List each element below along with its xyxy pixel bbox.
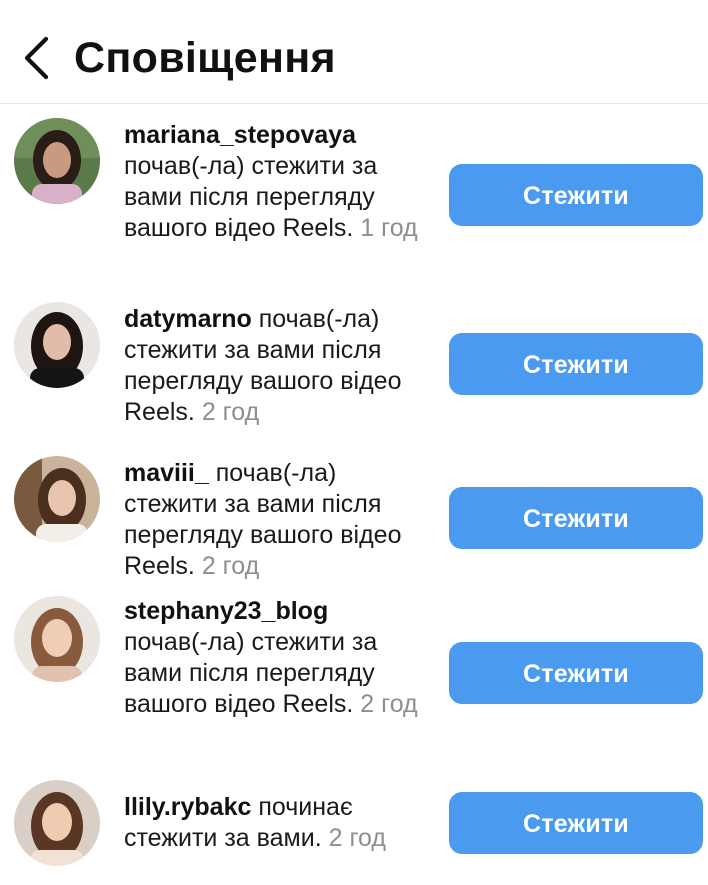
- avatar[interactable]: [14, 780, 100, 866]
- timestamp: 2 год: [201, 398, 260, 426]
- follow-button[interactable]: Стежити: [449, 164, 703, 226]
- follow-button[interactable]: Стежити: [449, 642, 703, 704]
- timestamp: 2 год: [328, 824, 386, 852]
- avatar[interactable]: [14, 456, 100, 542]
- avatar[interactable]: [14, 302, 100, 388]
- page-title: Сповіщення: [74, 34, 336, 82]
- notification-text: llily.rybakc починає стежити за вами. 2 …: [124, 792, 424, 854]
- timestamp: 2 год: [201, 552, 260, 580]
- notification-message: почав(-ла) стежити за вами після перегля…: [124, 152, 378, 242]
- avatar[interactable]: [14, 596, 100, 682]
- chevron-left-icon: [24, 36, 49, 80]
- notification-text: stephany23_blog почав(-ла) стежити за ва…: [124, 596, 424, 720]
- top-bar: Сповіщення: [0, 0, 708, 104]
- follow-button[interactable]: Стежити: [449, 487, 703, 549]
- notification-text: maviii_ почав(-ла) стежити за вами після…: [124, 458, 424, 582]
- notification-text: mariana_stepovaya почав(-ла) стежити за …: [124, 120, 424, 244]
- username[interactable]: maviii_: [124, 459, 209, 487]
- avatar[interactable]: [14, 118, 100, 204]
- notification-message: почав(-ла) стежити за вами після перегля…: [124, 628, 378, 718]
- username[interactable]: llily.rybakc: [124, 793, 251, 821]
- username[interactable]: datymarno: [124, 305, 252, 333]
- timestamp: 1 год: [360, 214, 418, 242]
- follow-button[interactable]: Стежити: [449, 792, 703, 854]
- follow-button[interactable]: Стежити: [449, 333, 703, 395]
- notification-text: datymarno почав(-ла) стежити за вами піс…: [124, 304, 424, 428]
- timestamp: 2 год: [360, 690, 418, 718]
- username[interactable]: stephany23_blog: [124, 597, 328, 625]
- username[interactable]: mariana_stepovaya: [124, 121, 356, 149]
- back-button[interactable]: [18, 34, 58, 82]
